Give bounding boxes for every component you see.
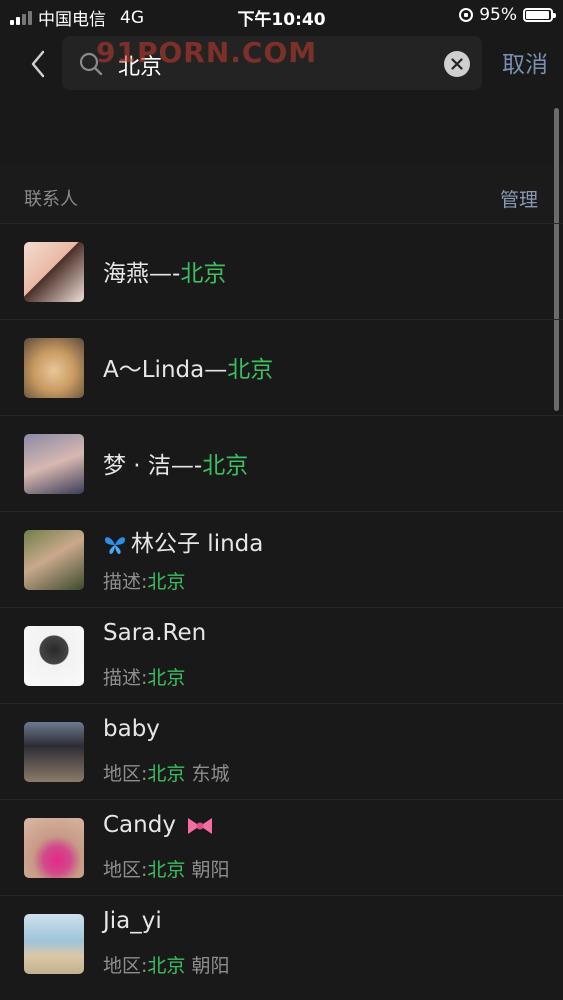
avatar	[24, 434, 84, 494]
back-button[interactable]	[20, 44, 56, 84]
contacts-section-header: 联系人 管理	[0, 163, 563, 223]
contact-row[interactable]: Jia_yi 地区:北京 朝阳	[0, 895, 563, 991]
contact-name: 梦 · 洁—-北京	[103, 453, 249, 479]
watermark-text: 91PORN.COM	[96, 36, 318, 69]
close-icon	[451, 58, 463, 70]
clear-search-button[interactable]	[444, 51, 470, 77]
section-title: 联系人	[24, 189, 78, 210]
contact-row[interactable]: baby 地区:北京 东城	[0, 703, 563, 799]
cancel-button[interactable]: 取消	[502, 45, 548, 79]
avatar	[24, 626, 84, 686]
contact-detail: 地区:北京 朝阳	[103, 955, 230, 977]
contact-row[interactable]: A～Linda—北京	[0, 319, 563, 415]
contact-detail: 描述:北京	[103, 667, 186, 689]
avatar	[24, 242, 84, 302]
status-right: 95%	[459, 5, 556, 25]
contact-name: 林公子 linda	[103, 524, 263, 558]
contact-detail: 地区:北京 东城	[103, 763, 230, 785]
battery-icon	[523, 8, 556, 22]
orientation-lock-icon	[459, 8, 474, 22]
contact-name: A～Linda—北京	[103, 357, 274, 383]
avatar	[24, 914, 84, 974]
contact-name: Candy	[103, 812, 219, 838]
contact-row[interactable]: Candy 地区:北京 朝阳	[0, 799, 563, 895]
contact-row[interactable]: 海燕—-北京	[0, 223, 563, 319]
contact-name: Jia_yi	[103, 908, 162, 934]
contact-name: 海燕—-北京	[103, 261, 227, 287]
contact-row[interactable]: 梦 · 洁—-北京	[0, 415, 563, 511]
contact-name: baby	[103, 716, 160, 742]
chevron-left-icon	[31, 50, 45, 78]
avatar	[24, 722, 84, 782]
butterfly-icon	[105, 536, 125, 554]
contact-detail: 地区:北京 朝阳	[103, 859, 230, 881]
contact-row[interactable]: Sara.Ren 描述:北京	[0, 607, 563, 703]
contact-row[interactable]: 林公子 linda 描述:北京	[0, 511, 563, 607]
status-bar: 中国电信 4G 下午10:40 95%	[0, 0, 563, 32]
contact-list: 海燕—-北京 A～Linda—北京 梦 · 洁—-北京 林公子 linda 描述…	[0, 223, 563, 991]
avatar	[24, 338, 84, 398]
manage-button[interactable]: 管理	[500, 185, 538, 212]
contact-name: Sara.Ren	[103, 620, 207, 646]
ribbon-icon	[188, 817, 213, 834]
avatar	[24, 530, 84, 590]
avatar	[24, 818, 84, 878]
battery-percent: 95%	[479, 5, 517, 25]
contact-detail: 描述:北京	[103, 571, 186, 593]
